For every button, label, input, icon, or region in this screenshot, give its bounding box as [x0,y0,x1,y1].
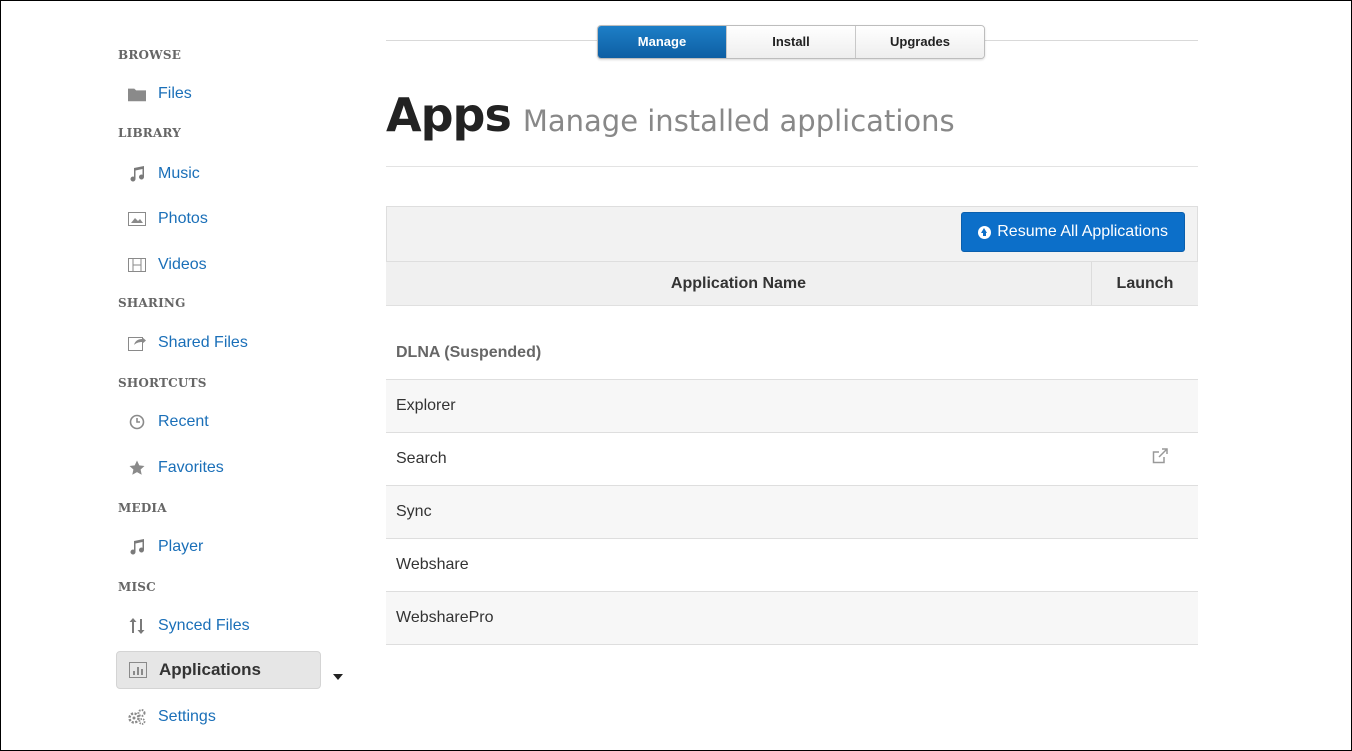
sidebar-item-player[interactable]: Player [128,529,203,565]
app-name: DLNA (Suspended) [396,344,542,361]
table-row[interactable]: WebsharePro [386,592,1198,645]
table-row[interactable]: Search [386,433,1198,486]
sidebar-item-label: Music [158,165,200,182]
column-header-application-name[interactable]: Application Name [386,262,1092,305]
header-divider [386,166,1198,167]
resume-all-label: Resume All Applications [997,223,1168,240]
table-row[interactable]: Webshare [386,539,1198,592]
column-header-launch[interactable]: Launch [1092,262,1198,305]
sidebar-item-music[interactable]: Music [128,156,200,192]
sidebar-item-label: Videos [158,256,207,273]
app-name: WebsharePro [396,609,494,626]
share-icon [128,334,146,352]
star-icon [128,459,146,477]
sidebar-item-favorites[interactable]: Favorites [128,450,224,486]
tab-install[interactable]: Install [727,26,856,58]
section-header-misc: MISC [118,580,156,594]
photo-icon [128,210,146,228]
table-row[interactable]: Explorer [386,380,1198,433]
page-title: Apps [386,88,512,142]
table-row[interactable]: DLNA (Suspended) [386,327,1198,380]
sidebar-item-photos[interactable]: Photos [128,201,208,237]
tab-manage[interactable]: Manage [598,26,727,58]
folder-icon [128,85,146,103]
music-note-icon [128,538,146,556]
sidebar-item-recent[interactable]: Recent [128,404,209,440]
section-header-shortcuts: SHORTCUTS [118,376,207,390]
sidebar-item-files[interactable]: Files [128,76,192,112]
music-note-icon [128,165,146,183]
arrow-up-circle-icon [978,225,992,239]
sidebar-item-settings[interactable]: Settings [128,699,216,735]
section-header-sharing: SHARING [118,296,186,310]
main-content: Manage Install Upgrades Apps Manage inst… [386,0,1198,751]
sidebar-item-label: Recent [158,413,209,430]
app-name: Webshare [396,556,469,573]
clock-icon [128,413,146,431]
sidebar-item-label: Favorites [158,459,224,476]
section-header-library: LIBRARY [118,126,182,140]
sidebar-item-applications[interactable]: Applications [116,651,321,689]
app-name: Sync [396,503,432,520]
sidebar-item-synced-files[interactable]: Synced Files [128,608,250,644]
sync-arrows-icon [128,617,146,635]
bar-chart-icon [129,661,147,679]
sidebar-item-label: Shared Files [158,334,248,351]
section-header-browse: BROWSE [118,48,182,62]
section-header-media: MEDIA [118,501,167,515]
apps-toolbar: Resume All Applications [386,206,1198,262]
sidebar-item-shared-files[interactable]: Shared Files [128,325,248,361]
table-header: Application Name Launch [386,262,1198,306]
gears-icon [128,708,146,726]
page-header: Apps Manage installed applications [386,88,955,142]
resume-all-button[interactable]: Resume All Applications [961,212,1185,252]
sidebar-item-label: Synced Files [158,617,250,634]
sidebar-item-label: Photos [158,210,208,227]
tab-upgrades[interactable]: Upgrades [856,26,984,58]
page-subtitle: Manage installed applications [522,104,955,138]
external-link-icon[interactable] [1152,448,1168,464]
sidebar-item-label: Applications [159,660,262,679]
sidebar-item-label: Player [158,538,204,555]
sidebar-item-videos[interactable]: Videos [128,247,207,283]
sidebar-item-label: Settings [158,708,216,725]
film-icon [128,256,146,274]
app-name: Explorer [396,397,456,414]
app-name: Search [396,450,447,467]
applications-dropdown-caret-icon[interactable] [333,674,343,680]
table-row[interactable]: Sync [386,486,1198,539]
sidebar-item-label: Files [158,85,192,102]
tab-bar: Manage Install Upgrades [597,25,985,59]
